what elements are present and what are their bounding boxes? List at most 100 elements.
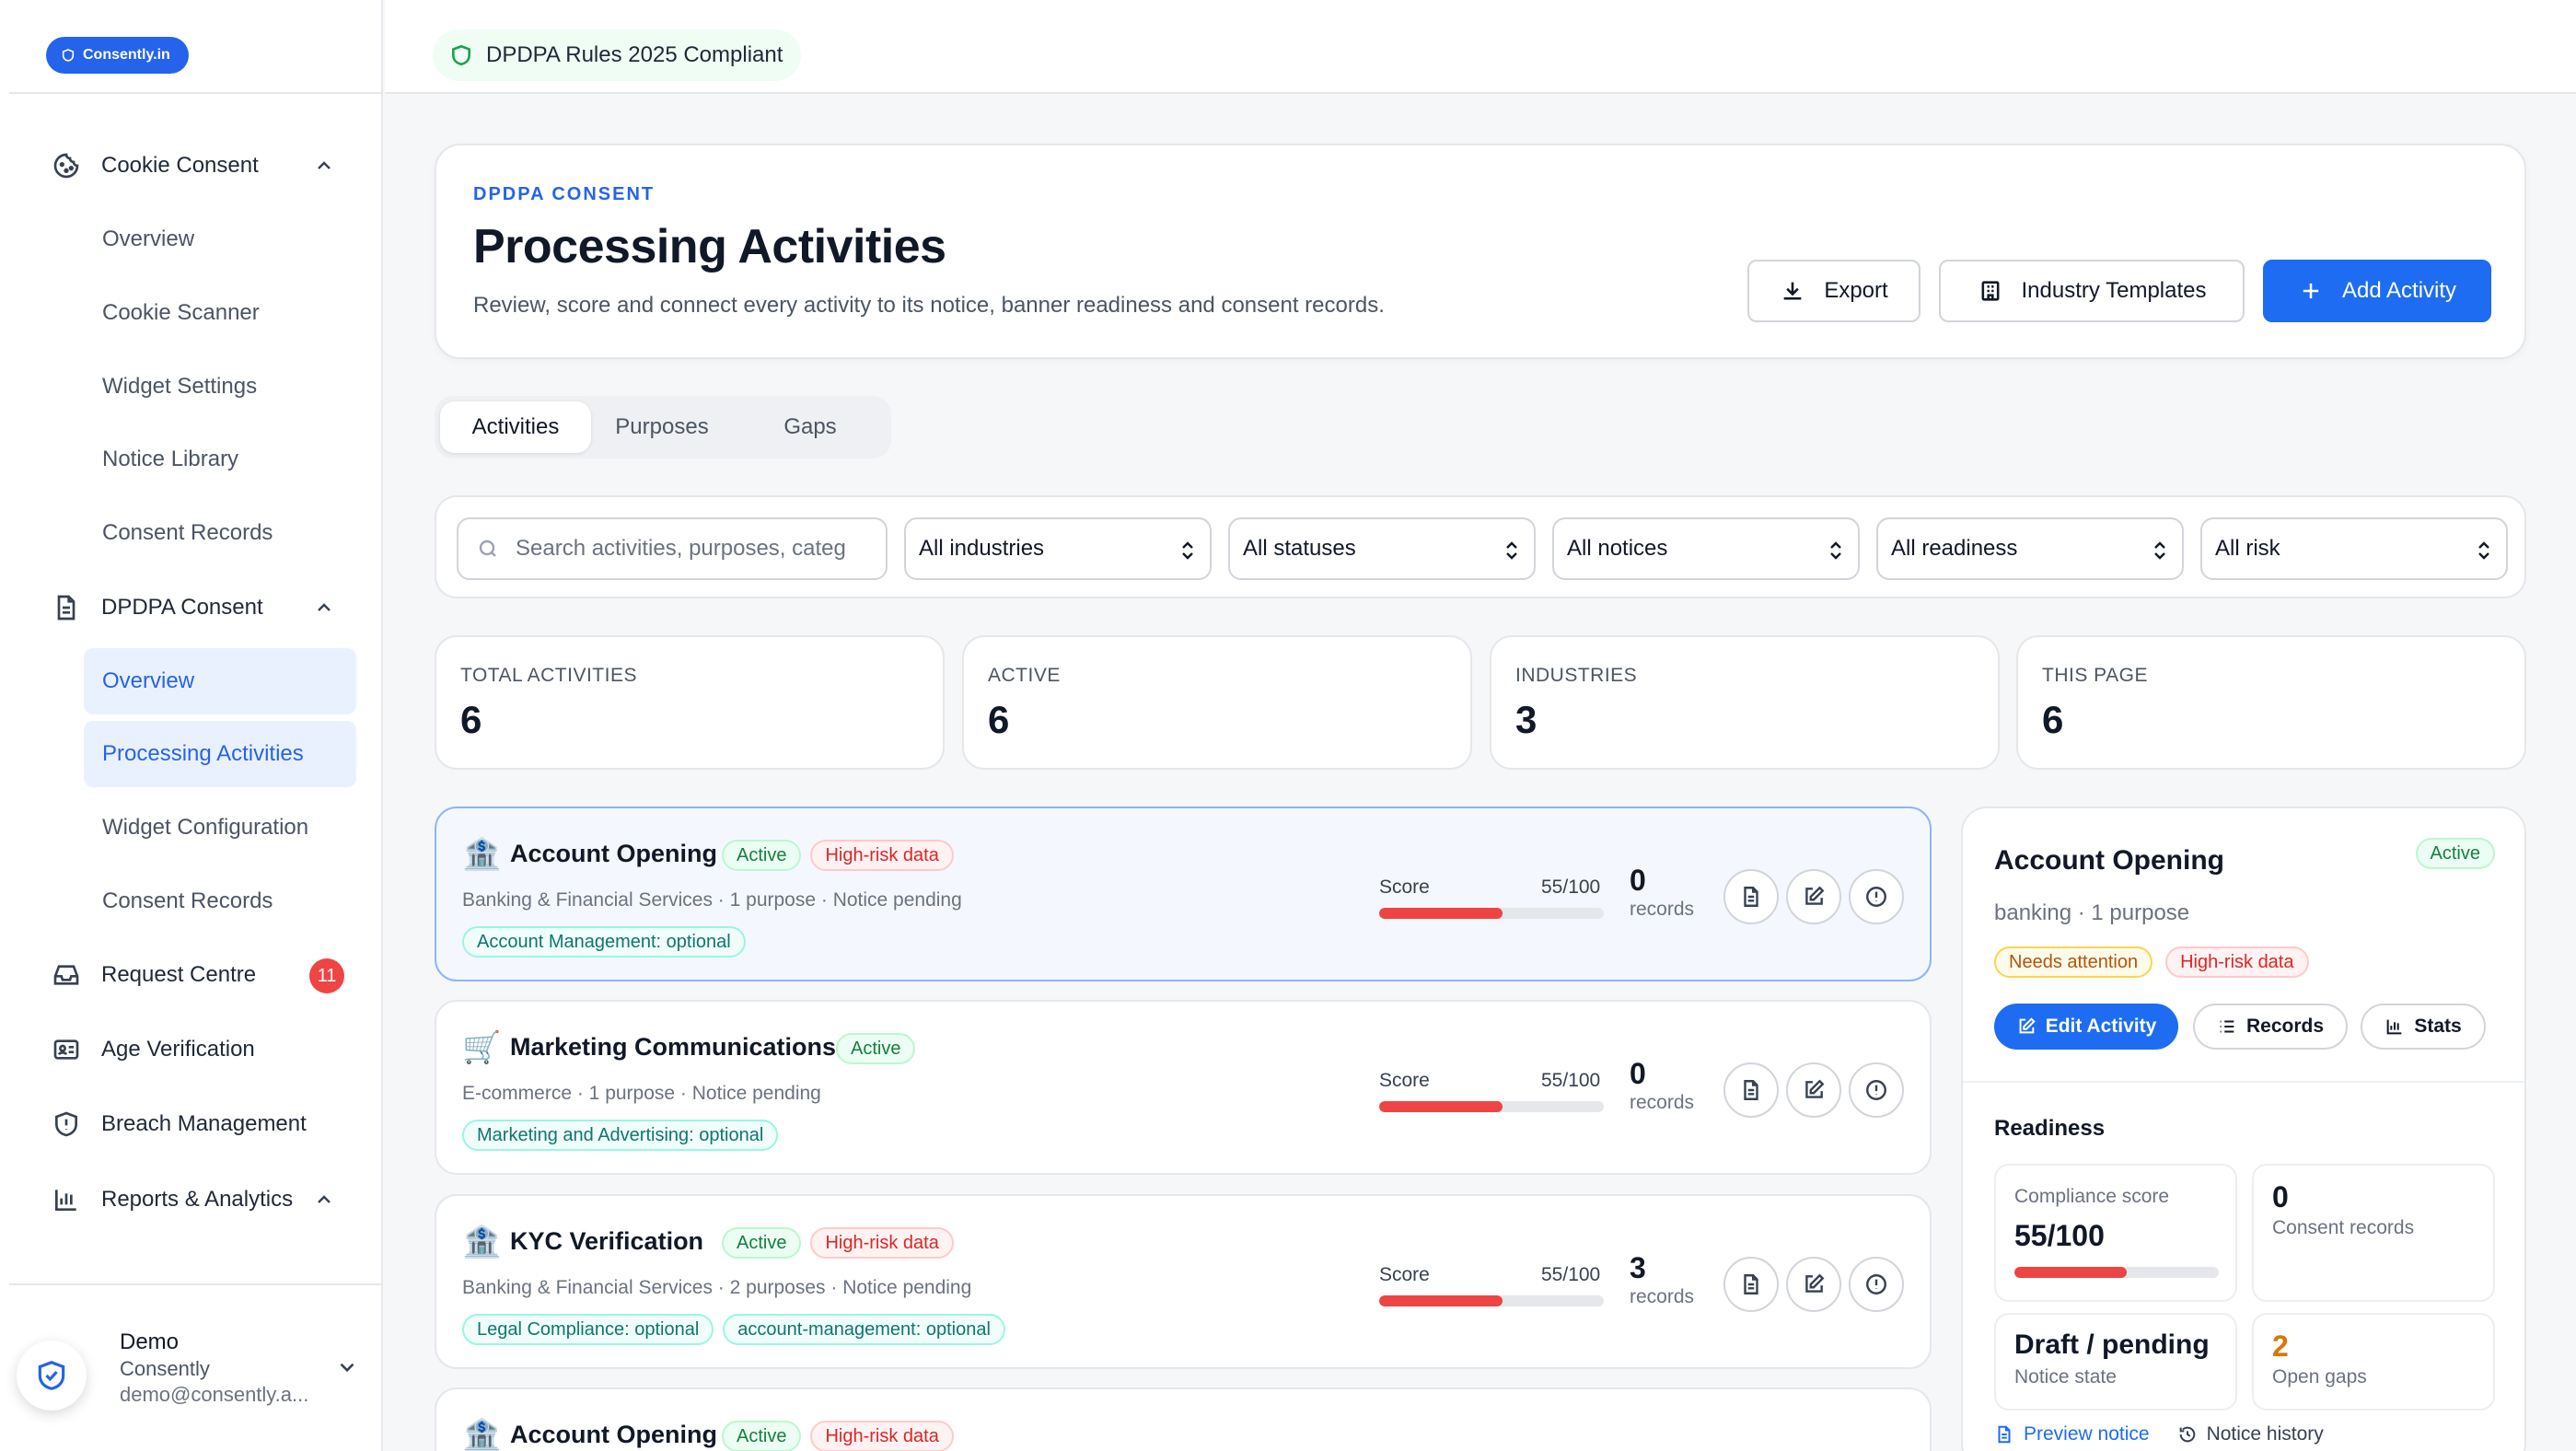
info-button[interactable] xyxy=(1849,1257,1904,1312)
export-button[interactable]: Export xyxy=(1747,260,1920,322)
sidebar-item-cookie-scanner[interactable]: Cookie Scanner xyxy=(84,280,356,346)
records-label: records xyxy=(1630,1286,1695,1307)
activity-name: Account Opening xyxy=(510,840,717,867)
sidebar-item-reports-analytics[interactable]: Reports & Analytics xyxy=(50,1176,344,1224)
records-button[interactable]: Records xyxy=(2193,1004,2348,1050)
sidebar-item-breach-management[interactable]: Breach Management xyxy=(50,1100,344,1148)
readiness-select[interactable]: All readiness xyxy=(1876,517,2184,580)
info-button[interactable] xyxy=(1849,869,1904,924)
user-menu[interactable]: Demo Consently demo@consently.a... xyxy=(17,1315,366,1425)
notice-history-link[interactable]: Notice history xyxy=(2177,1423,2324,1445)
activity-meta: E-commerce · 1 purpose · Notice pending xyxy=(462,1083,821,1104)
sidebar-item-processing-activities[interactable]: Processing Activities xyxy=(84,721,356,787)
shield-check-icon xyxy=(38,1361,65,1390)
records-label: Records xyxy=(2245,1016,2325,1037)
file-text-icon xyxy=(1744,1080,1758,1100)
file-text-icon xyxy=(1998,1425,2011,1444)
sidebar-item-age-verification[interactable]: Age Verification xyxy=(50,1026,344,1074)
bar-chart-icon xyxy=(2386,1019,2402,1035)
sidebar-item-cookie-consent[interactable]: Cookie Consent xyxy=(50,142,344,190)
sidebar-item-dpdpa-consent-records[interactable]: Consent Records xyxy=(84,868,356,934)
sidebar-item-dpdpa-overview[interactable]: Overview xyxy=(84,648,356,714)
tile-value: Draft / pending xyxy=(2014,1329,2210,1360)
tile-label: Open gaps xyxy=(2272,1366,2367,1387)
chevron-up-down-icon xyxy=(2478,541,2489,560)
notification-badge: 11 xyxy=(309,958,344,993)
add-activity-button[interactable]: Add Activity xyxy=(2263,260,2491,322)
industry-select[interactable]: All industries xyxy=(904,517,1212,580)
activity-badges: Active High-risk data xyxy=(722,840,954,871)
stats-button[interactable]: Stats xyxy=(2361,1004,2486,1050)
search-icon xyxy=(479,540,496,557)
preview-notice-link[interactable]: Preview notice xyxy=(1994,1423,2150,1445)
notice-button[interactable] xyxy=(1723,869,1779,924)
sidebar-item-label: Cookie Consent xyxy=(101,153,259,178)
stat-label: TOTAL ACTIVITIES xyxy=(460,665,637,686)
edit-button[interactable] xyxy=(1786,1062,1841,1118)
industry-templates-label: Industry Templates xyxy=(2021,278,2207,303)
detail-links: Preview notice Notice history xyxy=(1994,1423,2324,1445)
user-email: demo@consently.a... xyxy=(120,1383,309,1406)
chevron-down-icon[interactable] xyxy=(335,1355,359,1379)
sidebar-item-request-centre[interactable]: Request Centre 11 xyxy=(50,951,344,999)
avatar xyxy=(17,1341,87,1410)
risk-select[interactable]: All risk xyxy=(2200,517,2508,580)
search-input[interactable] xyxy=(516,536,884,562)
sidebar: Consently.in Cookie Consent Overview Coo… xyxy=(0,0,383,1451)
activity-card[interactable]: 🏦 Account Opening Active High-risk data … xyxy=(435,807,1932,981)
notice-history-label: Notice history xyxy=(2206,1423,2324,1445)
notice-state-tile: Draft / pending Notice state xyxy=(1994,1313,2237,1410)
notice-select-value: All notices xyxy=(1567,536,1668,561)
sidebar-item-dpdpa-consent[interactable]: DPDPA Consent xyxy=(50,584,344,632)
user-org: Consently xyxy=(120,1357,210,1380)
notice-button[interactable] xyxy=(1723,1257,1779,1312)
chevron-up-icon[interactable] xyxy=(313,1189,335,1211)
score-label: Score xyxy=(1379,1264,1430,1285)
edit-icon xyxy=(1805,1079,1825,1098)
stat-card-active: ACTIVE 6 xyxy=(962,635,1472,770)
sidebar-item-label: Breach Management xyxy=(101,1111,307,1136)
notice-button[interactable] xyxy=(1723,1062,1779,1118)
activity-meta: Banking & Financial Services · 1 purpose… xyxy=(462,889,962,911)
compliance-badge: DPDPA Rules 2025 Compliant xyxy=(433,29,802,81)
tab-purposes[interactable]: Purposes xyxy=(593,401,731,453)
info-button[interactable] xyxy=(1849,1062,1904,1118)
chevron-up-icon[interactable] xyxy=(313,155,335,177)
tab-activities[interactable]: Activities xyxy=(440,401,591,453)
chevron-up-down-icon xyxy=(1830,541,1841,560)
shield-icon xyxy=(62,49,75,62)
industry-templates-button[interactable]: Industry Templates xyxy=(1939,260,2245,322)
activity-card[interactable]: 🏦 Account Opening Active High-risk data xyxy=(435,1387,1932,1451)
score-bar-fill xyxy=(1379,1295,1503,1306)
sidebar-item-notice-library[interactable]: Notice Library xyxy=(84,426,356,493)
sidebar-item-cookie-consent-records[interactable]: Consent Records xyxy=(84,500,356,566)
compliance-score-bar-fill xyxy=(2014,1267,2128,1278)
chevron-up-icon[interactable] xyxy=(313,597,335,619)
sidebar-item-cookie-overview[interactable]: Overview xyxy=(84,206,356,273)
status-select[interactable]: All statuses xyxy=(1228,517,1536,580)
tab-bar: Activities Purposes Gaps xyxy=(435,396,891,459)
brand-logo[interactable]: Consently.in xyxy=(46,37,189,74)
notice-select[interactable]: All notices xyxy=(1552,517,1860,580)
risk-select-value: All risk xyxy=(2215,536,2280,561)
shopping-cart-icon: 🛒 xyxy=(462,1030,502,1065)
sidebar-item-widget-settings[interactable]: Widget Settings xyxy=(84,354,356,420)
stat-label: THIS PAGE xyxy=(2042,665,2148,686)
sidebar-item-widget-configuration[interactable]: Widget Configuration xyxy=(84,795,356,861)
tab-gaps[interactable]: Gaps xyxy=(735,401,886,453)
cookie-icon xyxy=(50,149,83,182)
edit-button[interactable] xyxy=(1786,869,1841,924)
activity-card[interactable]: 🛒 Marketing Communications Active E-comm… xyxy=(435,1000,1932,1175)
detail-status: Active xyxy=(2415,838,2495,869)
edit-activity-button[interactable]: Edit Activity xyxy=(1994,1004,2178,1050)
activity-name: KYC Verification xyxy=(510,1227,704,1255)
edit-button[interactable] xyxy=(1786,1257,1841,1312)
stat-card-industries: INDUSTRIES 3 xyxy=(1490,635,2000,770)
risk-badge: High-risk data xyxy=(810,840,954,871)
score-label: Score xyxy=(1379,876,1430,898)
purpose-tags: Marketing and Advertising: optional xyxy=(462,1120,779,1151)
activity-card[interactable]: 🏦 KYC Verification Active High-risk data… xyxy=(435,1194,1932,1369)
readiness-select-value: All readiness xyxy=(1891,536,2018,561)
bar-chart-icon xyxy=(50,1183,83,1216)
activity-badges: Active High-risk data xyxy=(722,1227,954,1259)
